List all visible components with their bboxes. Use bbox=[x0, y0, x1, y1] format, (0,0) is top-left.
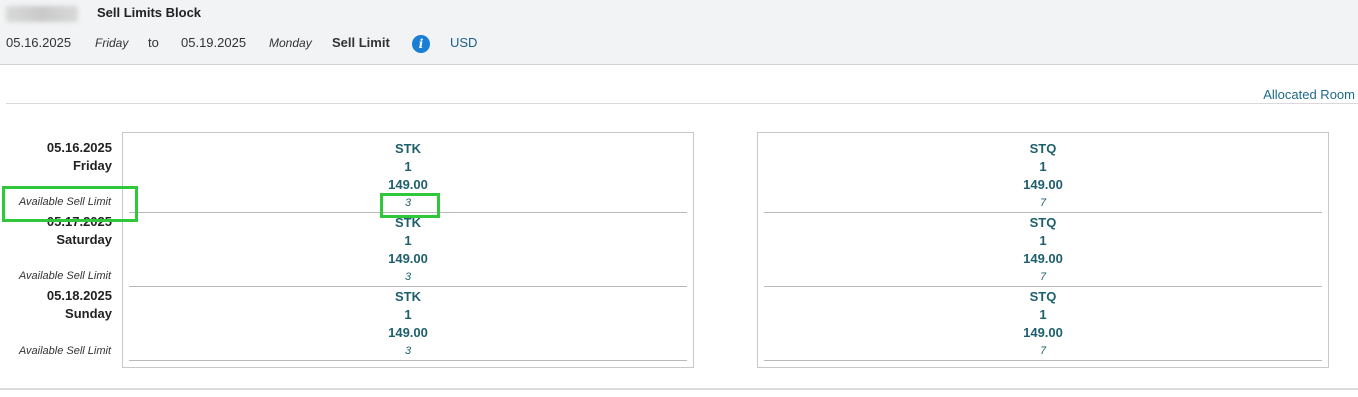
row-divider bbox=[129, 360, 687, 361]
to-label: to bbox=[148, 35, 159, 50]
available-value: 7 bbox=[1039, 345, 1047, 357]
currency-label: USD bbox=[450, 35, 478, 50]
available-value: 7 bbox=[1039, 197, 1047, 209]
day-label: Friday bbox=[72, 158, 112, 173]
sell-limit-label: Sell Limit bbox=[332, 35, 390, 50]
room-quantity[interactable]: 1 bbox=[123, 307, 693, 322]
room-box-stq: STQ 1 149.00 7 STQ 1 149.00 7 STQ 1 149.… bbox=[757, 132, 1329, 368]
row-divider bbox=[764, 212, 1322, 213]
row-divider bbox=[764, 286, 1322, 287]
room-code: STQ bbox=[1029, 215, 1057, 230]
room-quantity[interactable]: 1 bbox=[758, 307, 1328, 322]
available-value: 3 bbox=[404, 271, 412, 283]
room-rate[interactable]: 149.00 bbox=[123, 325, 693, 340]
room-rate[interactable]: 149.00 bbox=[123, 251, 693, 266]
available-sell-limit-label: Available Sell Limit bbox=[18, 196, 111, 208]
info-icon[interactable]: i bbox=[412, 35, 430, 53]
room-rate[interactable]: 149.00 bbox=[123, 177, 693, 192]
page-title: Sell Limits Block bbox=[97, 5, 202, 20]
room-code: STK bbox=[395, 215, 421, 230]
room-quantity[interactable]: 1 bbox=[123, 233, 693, 248]
room-code: STK bbox=[395, 289, 421, 304]
row-divider bbox=[764, 360, 1322, 361]
row-divider bbox=[129, 212, 687, 213]
end-day: Monday bbox=[269, 36, 312, 50]
allocated-room-link[interactable]: Allocated Room bbox=[1263, 87, 1355, 102]
room-quantity[interactable]: 1 bbox=[123, 159, 693, 174]
room-rate[interactable]: 149.00 bbox=[758, 251, 1328, 266]
room-quantity[interactable]: 1 bbox=[758, 159, 1328, 174]
date-label: 05.17.2025 bbox=[46, 214, 112, 229]
room-box-stk: STK 1 149.00 3 STK 1 149.00 3 STK 1 149.… bbox=[122, 132, 694, 368]
date-label: 05.18.2025 bbox=[46, 288, 112, 303]
day-label: Sunday bbox=[65, 306, 112, 321]
divider bbox=[6, 103, 1358, 104]
date-label: 05.16.2025 bbox=[46, 140, 112, 155]
available-sell-limit-label: Available Sell Limit bbox=[18, 345, 111, 357]
room-rate[interactable]: 149.00 bbox=[758, 177, 1328, 192]
room-quantity[interactable]: 1 bbox=[758, 233, 1328, 248]
end-date: 05.19.2025 bbox=[181, 35, 247, 50]
start-date: 05.16.2025 bbox=[6, 35, 72, 50]
available-value: 3 bbox=[404, 197, 412, 209]
redacted-hotel-name bbox=[6, 6, 78, 22]
room-code: STQ bbox=[1029, 289, 1057, 304]
day-label: Saturday bbox=[56, 232, 112, 247]
start-day: Friday bbox=[95, 36, 129, 50]
available-value: 7 bbox=[1039, 271, 1047, 283]
available-value: 3 bbox=[404, 345, 412, 357]
room-code: STK bbox=[395, 141, 421, 156]
room-rate[interactable]: 149.00 bbox=[758, 325, 1328, 340]
bottom-divider bbox=[0, 388, 1358, 390]
room-code: STQ bbox=[1029, 141, 1057, 156]
row-divider bbox=[129, 286, 687, 287]
header-bar: Sell Limits Block 05.16.2025 Friday to 0… bbox=[0, 0, 1358, 65]
available-sell-limit-label: Available Sell Limit bbox=[18, 270, 111, 282]
